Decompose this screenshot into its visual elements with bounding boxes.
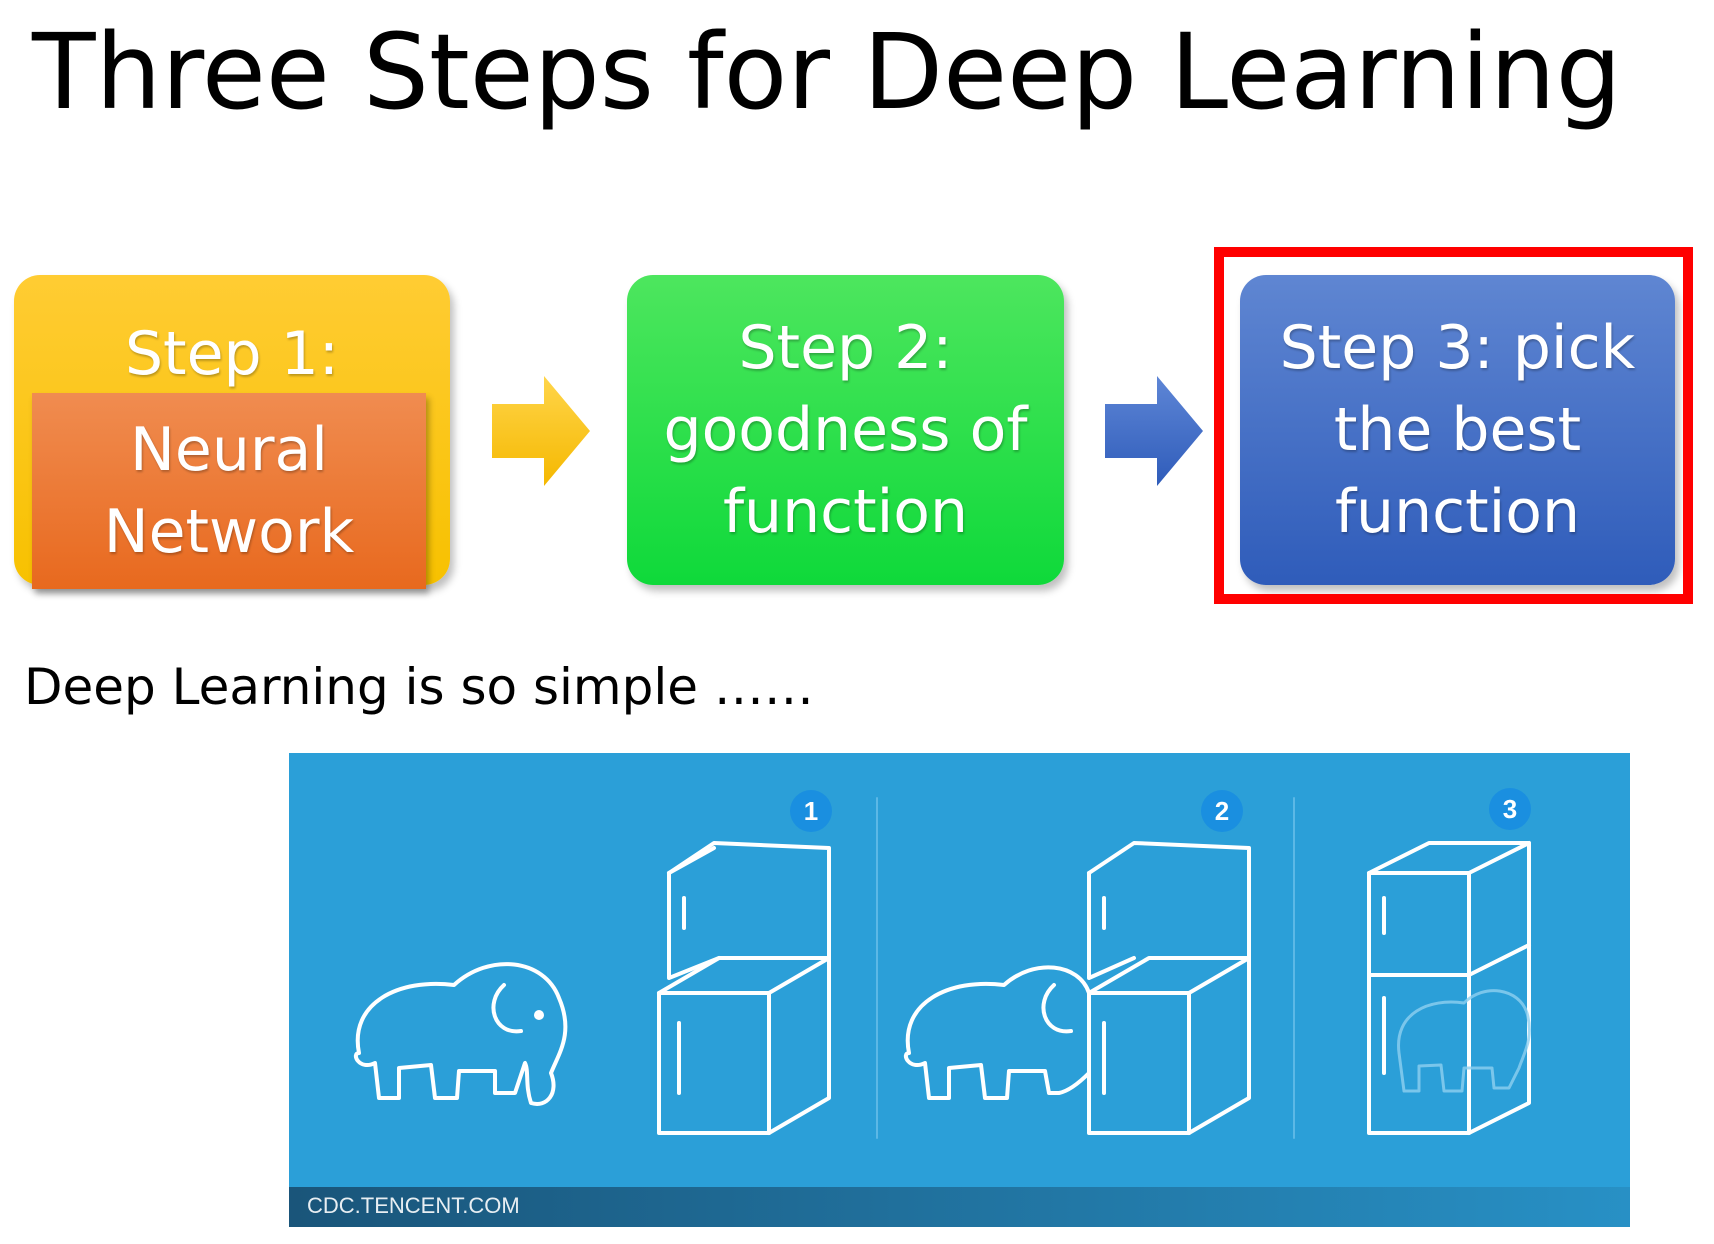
step-2-line-1: Step 2: bbox=[738, 313, 953, 383]
step-badges: 1 2 3 bbox=[790, 788, 1531, 832]
elephant-icon-2 bbox=[903, 965, 1091, 1100]
arrow-right-icon-2 bbox=[1105, 376, 1203, 486]
step-2-box: Step 2: goodness of function bbox=[627, 275, 1064, 585]
neural-network-line-2: Network bbox=[103, 497, 355, 567]
neural-network-box: Neural Network bbox=[32, 393, 426, 589]
watermark-text: CDC.TENCENT.COM bbox=[307, 1193, 520, 1218]
watermark-bar: CDC.TENCENT.COM bbox=[289, 1187, 1630, 1227]
fridge-icon-2 bbox=[1087, 841, 1251, 1135]
badge-1-label: 1 bbox=[804, 796, 818, 826]
neural-network-line-1: Neural bbox=[130, 415, 328, 485]
slide-title: Three Steps for Deep Learning bbox=[32, 11, 1622, 133]
step-1-label: Step 1: bbox=[124, 319, 340, 389]
elephant-inside-icon bbox=[1397, 989, 1531, 1093]
step-1-box: Step 1: Neural Network bbox=[14, 275, 450, 589]
elephant-fridge-illustration: 1 2 3 CDC.TENCENT.COM bbox=[289, 753, 1630, 1227]
subtitle: Deep Learning is so simple …… bbox=[24, 658, 814, 716]
illustration-drawing: 1 2 3 bbox=[353, 788, 1531, 1139]
badge-2-label: 2 bbox=[1215, 796, 1229, 826]
badge-3-label: 3 bbox=[1503, 794, 1517, 824]
step-3-highlight-frame bbox=[1214, 247, 1693, 604]
elephant-icon bbox=[353, 962, 568, 1106]
step-2-line-3: function bbox=[722, 477, 969, 547]
fridge-icon-1 bbox=[657, 841, 831, 1135]
arrow-right-icon-1 bbox=[492, 376, 590, 486]
step-2-line-2: goodness of bbox=[663, 395, 1028, 465]
